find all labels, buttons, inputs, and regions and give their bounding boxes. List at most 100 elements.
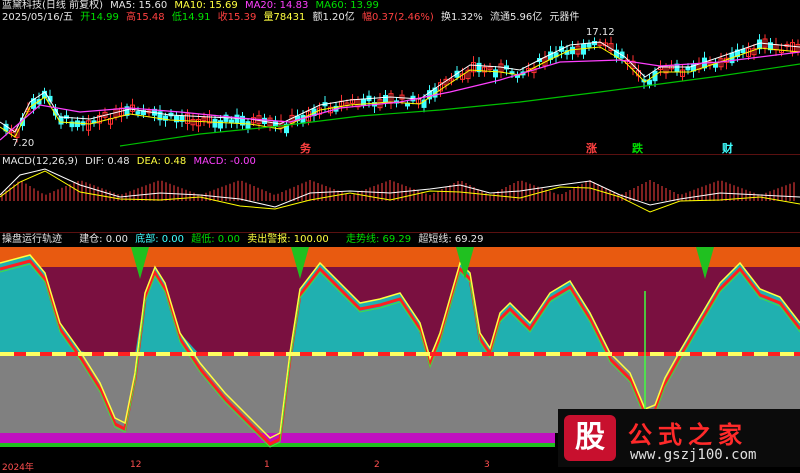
watermark: 股 公式之家 www.gszj100.com [558,409,800,467]
oscillator-title: 操盘运行轨迹 [2,234,62,245]
macd-title: MACD(12,26,9) [2,156,78,167]
osc-mid-dash [66,352,78,356]
osc-mid-dash [92,352,104,356]
event-label-2[interactable]: 涨 [586,140,597,154]
osc-mid-dash [768,352,780,356]
chaomai-value: 超短线: 69.29 [418,234,484,245]
osc-mid-dash [234,352,248,356]
osc-mid-dash [754,352,768,356]
event-label-1[interactable]: 务 [300,140,311,154]
high-price-mark: 17.12 [586,27,615,38]
osc-mid-dash [560,352,572,356]
osc-mid-dash [456,352,468,356]
osc-mid-dash [572,352,586,356]
candle-body [570,46,575,55]
dif-value: DIF: 0.48 [85,156,130,167]
osc-mid-dash [520,352,534,356]
event-label-3[interactable]: 跌 [632,140,643,154]
osc-mid-dash [742,352,754,356]
osc-mid-dash [312,352,326,356]
osc-mid-dash [494,352,508,356]
candle-body [234,114,240,124]
price-pane[interactable]: 蓝黛科技(日线 前复权) MA5: 15.60 MA10: 15.69 MA20… [0,0,800,154]
quote-high: 高15.48 [126,12,165,23]
x-tick-label: 2 [374,460,380,470]
osc-mid-dash [364,352,378,356]
low-price-mark: 7.20 [12,138,35,149]
candle-body [218,120,223,129]
oscillator-header: 操盘运行轨迹 建仓: 0.00 底部: 0.00 超低: 0.00 卖出警报: … [2,234,488,246]
candle-body [212,118,218,128]
osc-mid-dash [482,352,494,356]
candle-body [647,79,652,85]
ma5-value: MA5: 15.60 [110,0,168,11]
osc-mid-dash [404,352,416,356]
watermark-title: 公式之家 [628,421,748,449]
osc-mid-dash [26,352,40,356]
osc-mid-dash [534,352,546,356]
dibu-value: 底部: 0.00 [135,234,185,245]
osc-mid-dash [0,352,14,356]
quote-low: 低14.91 [171,12,211,23]
ma20-value: MA20: 14.83 [244,0,309,11]
osc-mid-dash [52,352,66,356]
stock-title: 蓝黛科技(日线 前复权) [2,0,103,11]
candle-body [493,69,498,78]
osc-mid-dash [352,352,364,356]
macd-pane[interactable]: MACD(12,26,9) DIF: 0.48 DEA: 0.48 MACD: … [0,154,800,233]
osc-mid-dash [416,352,430,356]
osc-mid-dash [104,352,118,356]
macd-value: MACD: -0.00 [193,156,256,167]
osc-mid-dash [182,352,196,356]
osc-mid-dash [468,352,482,356]
osc-mid-dash [780,352,794,356]
osc-mid-dash [300,352,312,356]
x-tick-label: 12 [130,460,142,470]
quote-amount: 额1.20亿 [312,12,355,23]
osc-mid-dash [586,352,598,356]
maichu-value: 卖出警报: 100.00 [247,234,329,245]
osc-mid-dash [156,352,170,356]
osc-mid-dash [598,352,612,356]
osc-mid-dash [664,352,676,356]
osc-mid-dash [430,352,442,356]
x-tick-label: 1 [264,460,270,470]
quote-line: 2025/05/16/五 开14.99 高15.48 低14.91 收15.39… [2,12,583,24]
osc-mid-dash [208,352,222,356]
candle-body [135,111,141,115]
ma5-line [0,41,800,133]
watermark-url: www.gszj100.com [630,447,757,463]
price-header: 蓝黛科技(日线 前复权) MA5: 15.60 MA10: 15.69 MA20… [2,0,383,12]
osc-mid-dash [118,352,130,356]
osc-mid-dash [638,352,650,356]
osc-mid-dash [690,352,702,356]
osc-mid-dash [130,352,144,356]
osc-mid-dash [260,352,274,356]
osc-mid-dash [274,352,286,356]
macd-header: MACD(12,26,9) DIF: 0.48 DEA: 0.48 MACD: … [2,156,260,168]
quote-volume: 量78431 [263,12,306,23]
osc-mid-dash [702,352,716,356]
candle-body [229,119,234,123]
osc-mid-dash [716,352,728,356]
event-label-4[interactable]: 财 [722,140,733,154]
osc-mid-dash [170,352,182,356]
osc-mid-dash [508,352,520,356]
osc-mid-dash [40,352,52,356]
osc-mid-dash [676,352,690,356]
osc-mid-dash [624,352,638,356]
jiancang-value: 建仓: 0.00 [79,234,129,245]
candle-body [245,121,251,129]
candle-body [174,115,179,123]
quote-turnover: 换1.32% [441,12,483,23]
osc-mid-dash [14,352,26,356]
candle-body [586,43,592,48]
quote-close: 收15.39 [217,12,257,23]
osc-mid-dash [326,352,338,356]
osc-mid-dash [390,352,404,356]
osc-mid-dash [338,352,352,356]
osc-mid-dash [378,352,390,356]
quote-date: 2025/05/16/五 [2,12,74,23]
osc-mid-dash [222,352,234,356]
quote-change: 幅0.37(2.46%) [361,12,434,23]
